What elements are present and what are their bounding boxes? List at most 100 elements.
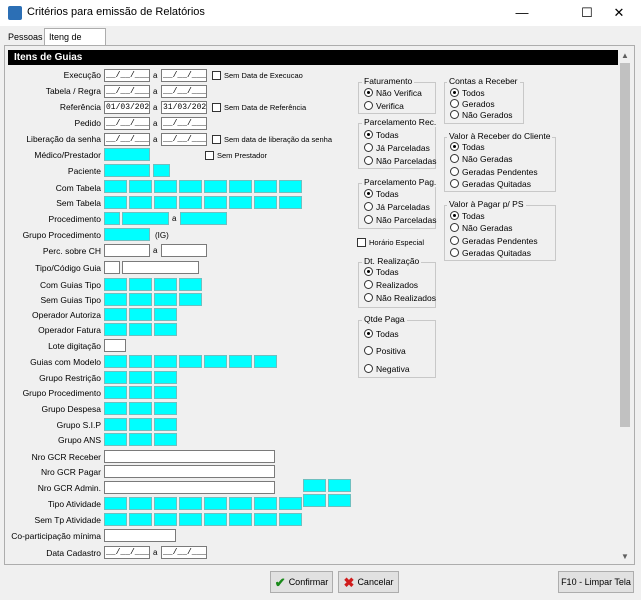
op-fatura-input[interactable] [129,323,152,336]
com-tabela-input[interactable] [254,180,277,193]
parcelamento-rec-radio[interactable] [364,143,373,152]
sem-tp-atividade-input[interactable] [129,513,152,526]
valor-pagar-radio[interactable] [450,223,459,232]
grupo-restricao-input[interactable] [129,371,152,384]
tipo-guia-input[interactable] [104,261,120,274]
tab-pessoas[interactable]: Pessoas [4,30,44,46]
grupo-proc-input[interactable] [154,386,177,399]
grupo-sip-input[interactable] [154,418,177,431]
sem-tp-atividade-input[interactable] [104,513,127,526]
grupo-despesa-input[interactable] [104,402,127,415]
grupo-restricao-input[interactable] [154,371,177,384]
faturamento-radio[interactable] [364,88,373,97]
limpar-tela-button[interactable]: F10 - Limpar Tela [558,571,634,593]
qtde-paga-radio[interactable] [364,329,373,338]
scrollbar-thumb[interactable] [620,63,630,427]
tab-itens-guia[interactable]: Iteng de Guia [44,28,106,59]
scroll-up-icon[interactable]: ▲ [619,50,631,62]
sem-tabela-input[interactable] [104,196,127,209]
tipo-atividade-extra-input[interactable] [328,494,351,507]
paciente-code-input[interactable] [153,164,170,177]
sem-tabela-input[interactable] [254,196,277,209]
referencia-to-input[interactable]: 31/03/2025 [161,101,207,114]
guias-modelo-input[interactable] [229,355,252,368]
perc-ch-from-input[interactable] [104,244,150,257]
grupo-ans-input[interactable] [154,433,177,446]
data-cadastro-to-input[interactable]: __/__/____ [161,546,207,559]
tabela-to-input[interactable]: __/__/____ [161,85,207,98]
qtde-paga-radio[interactable] [364,364,373,373]
sem-tabela-input[interactable] [154,196,177,209]
tipo-atividade-extra-input[interactable] [303,494,326,507]
confirmar-button[interactable]: ✔ Confirmar [270,571,333,593]
guias-modelo-input[interactable] [254,355,277,368]
parcelamento-pag-radio[interactable] [364,189,373,198]
parcelamento-rec-radio[interactable] [364,130,373,139]
contas-receber-radio[interactable] [450,110,459,119]
sem-tp-atividade-input[interactable] [279,513,302,526]
minimize-button[interactable]: — [500,0,544,26]
com-tabela-input[interactable] [204,180,227,193]
sem-guias-input[interactable] [179,293,202,306]
sem-tabela-input[interactable] [179,196,202,209]
scroll-down-icon[interactable]: ▼ [619,551,631,563]
horario-especial-checkbox[interactable] [357,238,366,247]
com-tabela-input[interactable] [279,180,302,193]
op-autoriza-input[interactable] [129,308,152,321]
op-autoriza-input[interactable] [104,308,127,321]
dt-realizacao-radio[interactable] [364,267,373,276]
dt-realizacao-radio[interactable] [364,280,373,289]
codigo-guia-input[interactable] [122,261,199,274]
grupo-restricao-input[interactable] [104,371,127,384]
valor-pagar-radio[interactable] [450,211,459,220]
sem-prestador-checkbox[interactable] [205,151,214,160]
nro-gcr-admin-input[interactable] [104,481,275,494]
data-cadastro-from-input[interactable]: __/__/____ [104,546,150,559]
sem-tabela-input[interactable] [229,196,252,209]
tipo-atividade-input[interactable] [204,497,227,510]
tipo-atividade-input[interactable] [279,497,302,510]
parcelamento-pag-radio[interactable] [364,215,373,224]
com-guias-input[interactable] [179,278,202,291]
pedido-from-input[interactable]: __/__/____ [104,117,150,130]
qtde-paga-radio[interactable] [364,346,373,355]
procedimento-type-input[interactable] [104,212,120,225]
sem-guias-input[interactable] [154,293,177,306]
valor-receber-radio[interactable] [450,142,459,151]
grupo-proc-input[interactable] [129,386,152,399]
grupo-despesa-input[interactable] [129,402,152,415]
tipo-atividade-input[interactable] [104,497,127,510]
valor-pagar-radio[interactable] [450,236,459,245]
perc-ch-to-input[interactable] [161,244,207,257]
execucao-from-input[interactable]: __/__/____ [104,69,150,82]
dt-realizacao-radio[interactable] [364,293,373,302]
nro-gcr-pagar-input[interactable] [104,465,275,478]
tipo-atividade-input[interactable] [154,497,177,510]
tipo-atividade-input[interactable] [254,497,277,510]
valor-pagar-radio[interactable] [450,248,459,257]
cancelar-button[interactable]: ✖ Cancelar [338,571,399,593]
tabela-from-input[interactable]: __/__/____ [104,85,150,98]
sem-tp-atividade-input[interactable] [229,513,252,526]
grupo-sip-input[interactable] [129,418,152,431]
sem-data-execucao-checkbox[interactable] [212,71,221,80]
sem-data-liberacao-checkbox[interactable] [212,135,221,144]
execucao-to-input[interactable]: __/__/____ [161,69,207,82]
grupo-sip-input[interactable] [104,418,127,431]
parcelamento-pag-radio[interactable] [364,202,373,211]
sem-data-referencia-checkbox[interactable] [212,103,221,112]
guias-modelo-input[interactable] [154,355,177,368]
medico-input[interactable] [104,148,150,161]
procedimento-from-input[interactable] [122,212,169,225]
procedimento-to-input[interactable] [180,212,227,225]
tipo-atividade-extra-input[interactable] [303,479,326,492]
tipo-atividade-input[interactable] [229,497,252,510]
op-autoriza-input[interactable] [154,308,177,321]
sem-tp-atividade-input[interactable] [179,513,202,526]
grupo-procedimento-input[interactable] [104,228,150,241]
contas-receber-radio[interactable] [450,99,459,108]
sem-tp-atividade-input[interactable] [254,513,277,526]
liberacao-from-input[interactable]: __/__/____ [104,133,150,146]
referencia-from-input[interactable]: 01/03/2025 [104,101,150,114]
grupo-ans-input[interactable] [129,433,152,446]
